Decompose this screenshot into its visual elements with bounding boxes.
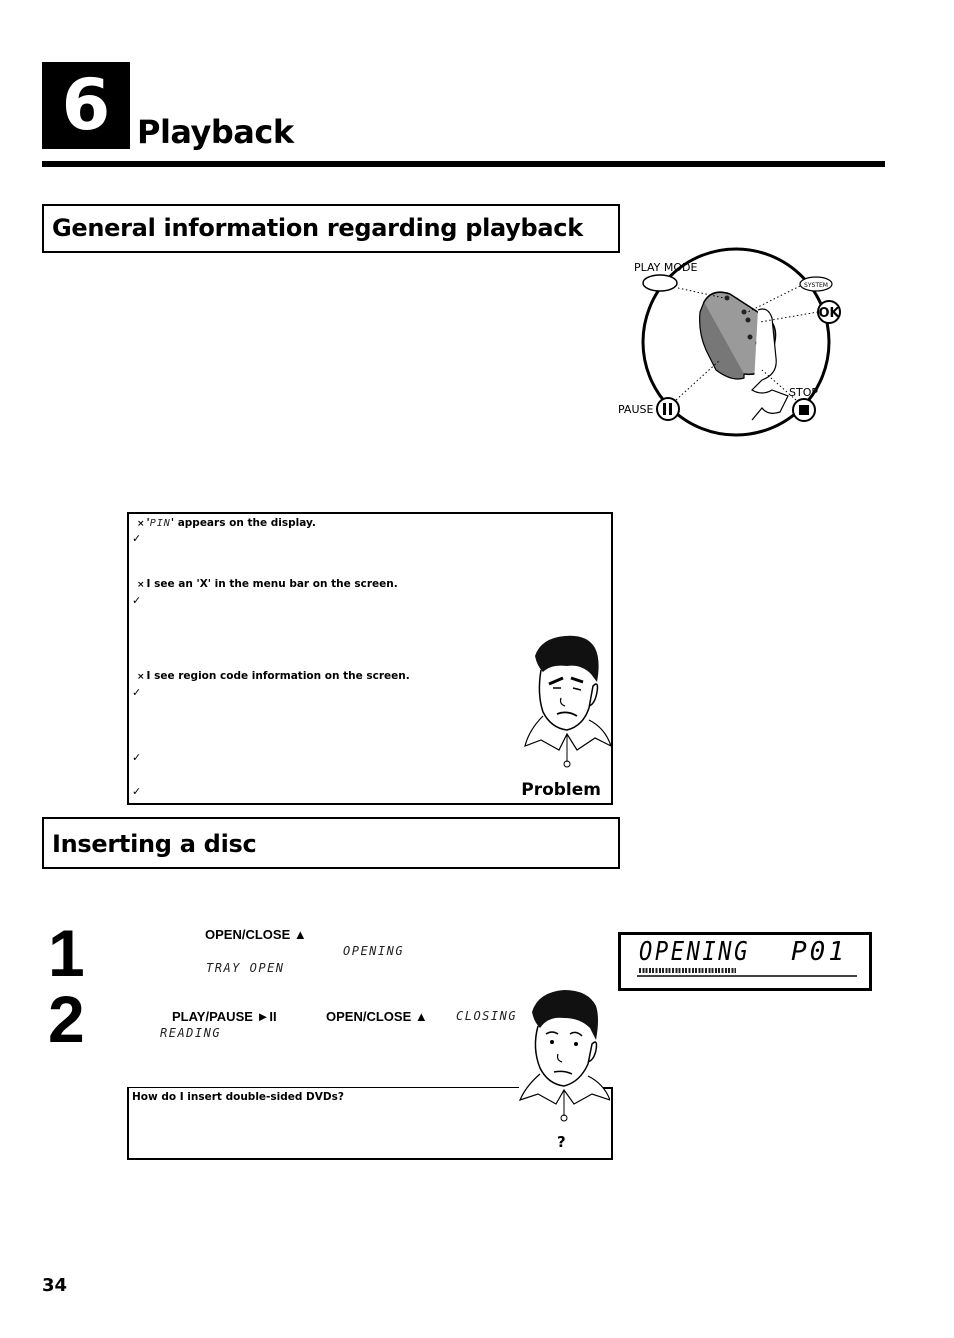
- chapter-title: Playback: [137, 113, 294, 151]
- lcd-text-pin: PIN: [149, 518, 171, 529]
- problem-box: × 'PIN' appears on the display. ✓ × I see …: [127, 512, 613, 805]
- checkmark-icon: ✓: [132, 751, 142, 764]
- lcd-progress-bars: [639, 968, 736, 973]
- open-close-button-label: OPEN/CLOSE ▲: [205, 927, 307, 942]
- open-close-button-label: OPEN/CLOSE ▲: [326, 1009, 428, 1024]
- problem-question-x-menu: × I see an 'X' in the menu bar on the scr…: [137, 578, 398, 590]
- stop-label: STOP: [789, 386, 818, 399]
- play-pause-button-label: PLAY/PAUSE ►II: [172, 1009, 277, 1024]
- hand-icon: [751, 308, 789, 421]
- chapter-divider: [42, 161, 885, 167]
- problem-question-region-code: × I see region code information on the sc…: [137, 670, 410, 682]
- lcd-track-number: P01: [791, 937, 847, 967]
- checkmark-icon: ✓: [132, 686, 142, 699]
- lcd-underline: [637, 975, 857, 977]
- step-number-2: 2: [48, 982, 85, 1056]
- worried-man-illustration: [518, 990, 610, 1122]
- question-text: How do I insert double-sided DVDs?: [132, 1091, 344, 1103]
- page-number: 34: [42, 1275, 68, 1296]
- checkmark-icon: ✓: [132, 594, 142, 607]
- lcd-display-text: OPENING: [639, 937, 750, 967]
- section-heading-general: General information regarding playback: [42, 204, 620, 253]
- play-mode-label: PLAY MODE: [634, 261, 698, 274]
- system-label: SYSTEM: [804, 282, 828, 289]
- lcd-text-closing: CLOSING: [456, 1009, 518, 1023]
- section-heading-inserting: Inserting a disc: [42, 817, 620, 869]
- lcd-text-tray-open: TRAY OPEN: [206, 961, 285, 975]
- remote-control-illustration: PLAY MODE SYSTEM OK STOP PAUSE: [618, 247, 841, 437]
- ok-label: OK: [818, 306, 840, 321]
- pause-label: PAUSE: [618, 403, 653, 416]
- cross-icon: ×: [137, 580, 145, 590]
- problem-label: Problem: [521, 780, 601, 800]
- cross-icon: ×: [137, 519, 145, 529]
- play-mode-button-icon: [642, 274, 678, 292]
- lcd-text-reading: READING: [160, 1026, 222, 1040]
- question-label: ?: [557, 1133, 566, 1151]
- checkmark-icon: ✓: [132, 785, 142, 798]
- step-number-1: 1: [48, 916, 85, 990]
- cross-icon: ×: [137, 672, 145, 682]
- checkmark-icon: ✓: [132, 532, 142, 545]
- frustrated-man-illustration: [524, 635, 611, 768]
- chapter-number-badge: 6: [42, 62, 130, 149]
- lcd-text-opening: OPENING: [343, 944, 405, 958]
- problem-question-pin: × 'PIN' appears on the display.: [137, 517, 316, 529]
- player-lcd-display: OPENING P01: [618, 932, 872, 991]
- pause-button-icon: [656, 397, 680, 421]
